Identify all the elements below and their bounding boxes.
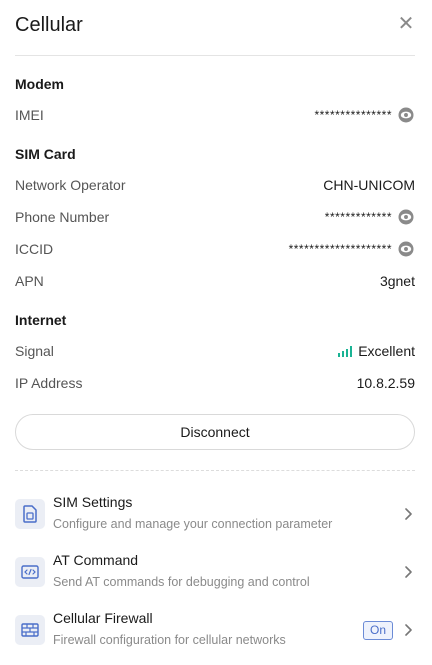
panel-header: Cellular ✕ (15, 0, 415, 56)
imei-label: IMEI (15, 107, 44, 123)
imei-value-container: *************** (314, 105, 415, 125)
menu-item-sim-settings[interactable]: SIM Settings Configure and manage your c… (15, 493, 415, 537)
iccid-value: ******************** (288, 242, 392, 256)
menu-item-description: Send AT commands for debugging and contr… (53, 575, 310, 589)
phone-number-value-container: ************* (325, 207, 415, 227)
menu-item-title: Cellular Firewall (53, 610, 153, 626)
imei-row: IMEI *************** (15, 105, 415, 125)
eye-icon[interactable] (397, 240, 415, 258)
menu-item-at-command[interactable]: AT Command Send AT commands for debuggin… (15, 551, 415, 595)
apn-row: APN 3gnet (15, 271, 415, 291)
eye-icon[interactable] (397, 208, 415, 226)
signal-label: Signal (15, 343, 54, 359)
network-operator-value: CHN-UNICOM (323, 177, 415, 193)
status-badge: On (363, 621, 393, 640)
eye-icon[interactable] (397, 106, 415, 124)
iccid-label: ICCID (15, 241, 54, 257)
ip-address-value: 10.8.2.59 (356, 375, 415, 391)
iccid-row: ICCID ******************** (15, 239, 415, 259)
ip-address-label: IP Address (15, 375, 83, 391)
menu-item-description: Firewall configuration for cellular netw… (53, 633, 286, 647)
apn-value: 3gnet (379, 273, 415, 289)
section-title-sim-card: SIM Card (15, 146, 76, 162)
iccid-value-container: ******************** (289, 239, 415, 259)
phone-number-row: Phone Number ************* (15, 207, 415, 227)
signal-strength-icon (338, 345, 353, 357)
menu-item-title: AT Command (53, 552, 139, 568)
network-operator-row: Network Operator CHN-UNICOM (15, 175, 415, 195)
section-title-internet: Internet (15, 312, 67, 328)
divider (15, 470, 415, 471)
menu-item-title: SIM Settings (53, 494, 133, 510)
menu-item-description: Configure and manage your connection par… (53, 517, 333, 531)
page-title: Cellular (15, 14, 83, 36)
firewall-icon (15, 615, 45, 645)
signal-value-container: Excellent (338, 341, 415, 361)
menu-item-cellular-firewall[interactable]: Cellular Firewall Firewall configuration… (15, 609, 415, 653)
chevron-right-icon (405, 566, 412, 578)
phone-number-label: Phone Number (15, 209, 110, 225)
ip-address-row: IP Address 10.8.2.59 (15, 373, 415, 393)
sim-card-icon (15, 499, 45, 529)
close-icon[interactable]: ✕ (397, 14, 415, 34)
apn-label: APN (15, 273, 44, 289)
network-operator-label: Network Operator (15, 177, 126, 193)
chevron-right-icon (405, 508, 412, 520)
signal-value: Excellent (358, 343, 415, 359)
phone-number-value: ************* (324, 210, 392, 224)
chevron-right-icon (405, 624, 412, 636)
terminal-icon (15, 557, 45, 587)
signal-row: Signal Excellent (15, 341, 415, 361)
imei-value: *************** (314, 108, 392, 122)
section-title-modem: Modem (15, 76, 64, 92)
disconnect-button[interactable]: Disconnect (15, 414, 415, 450)
